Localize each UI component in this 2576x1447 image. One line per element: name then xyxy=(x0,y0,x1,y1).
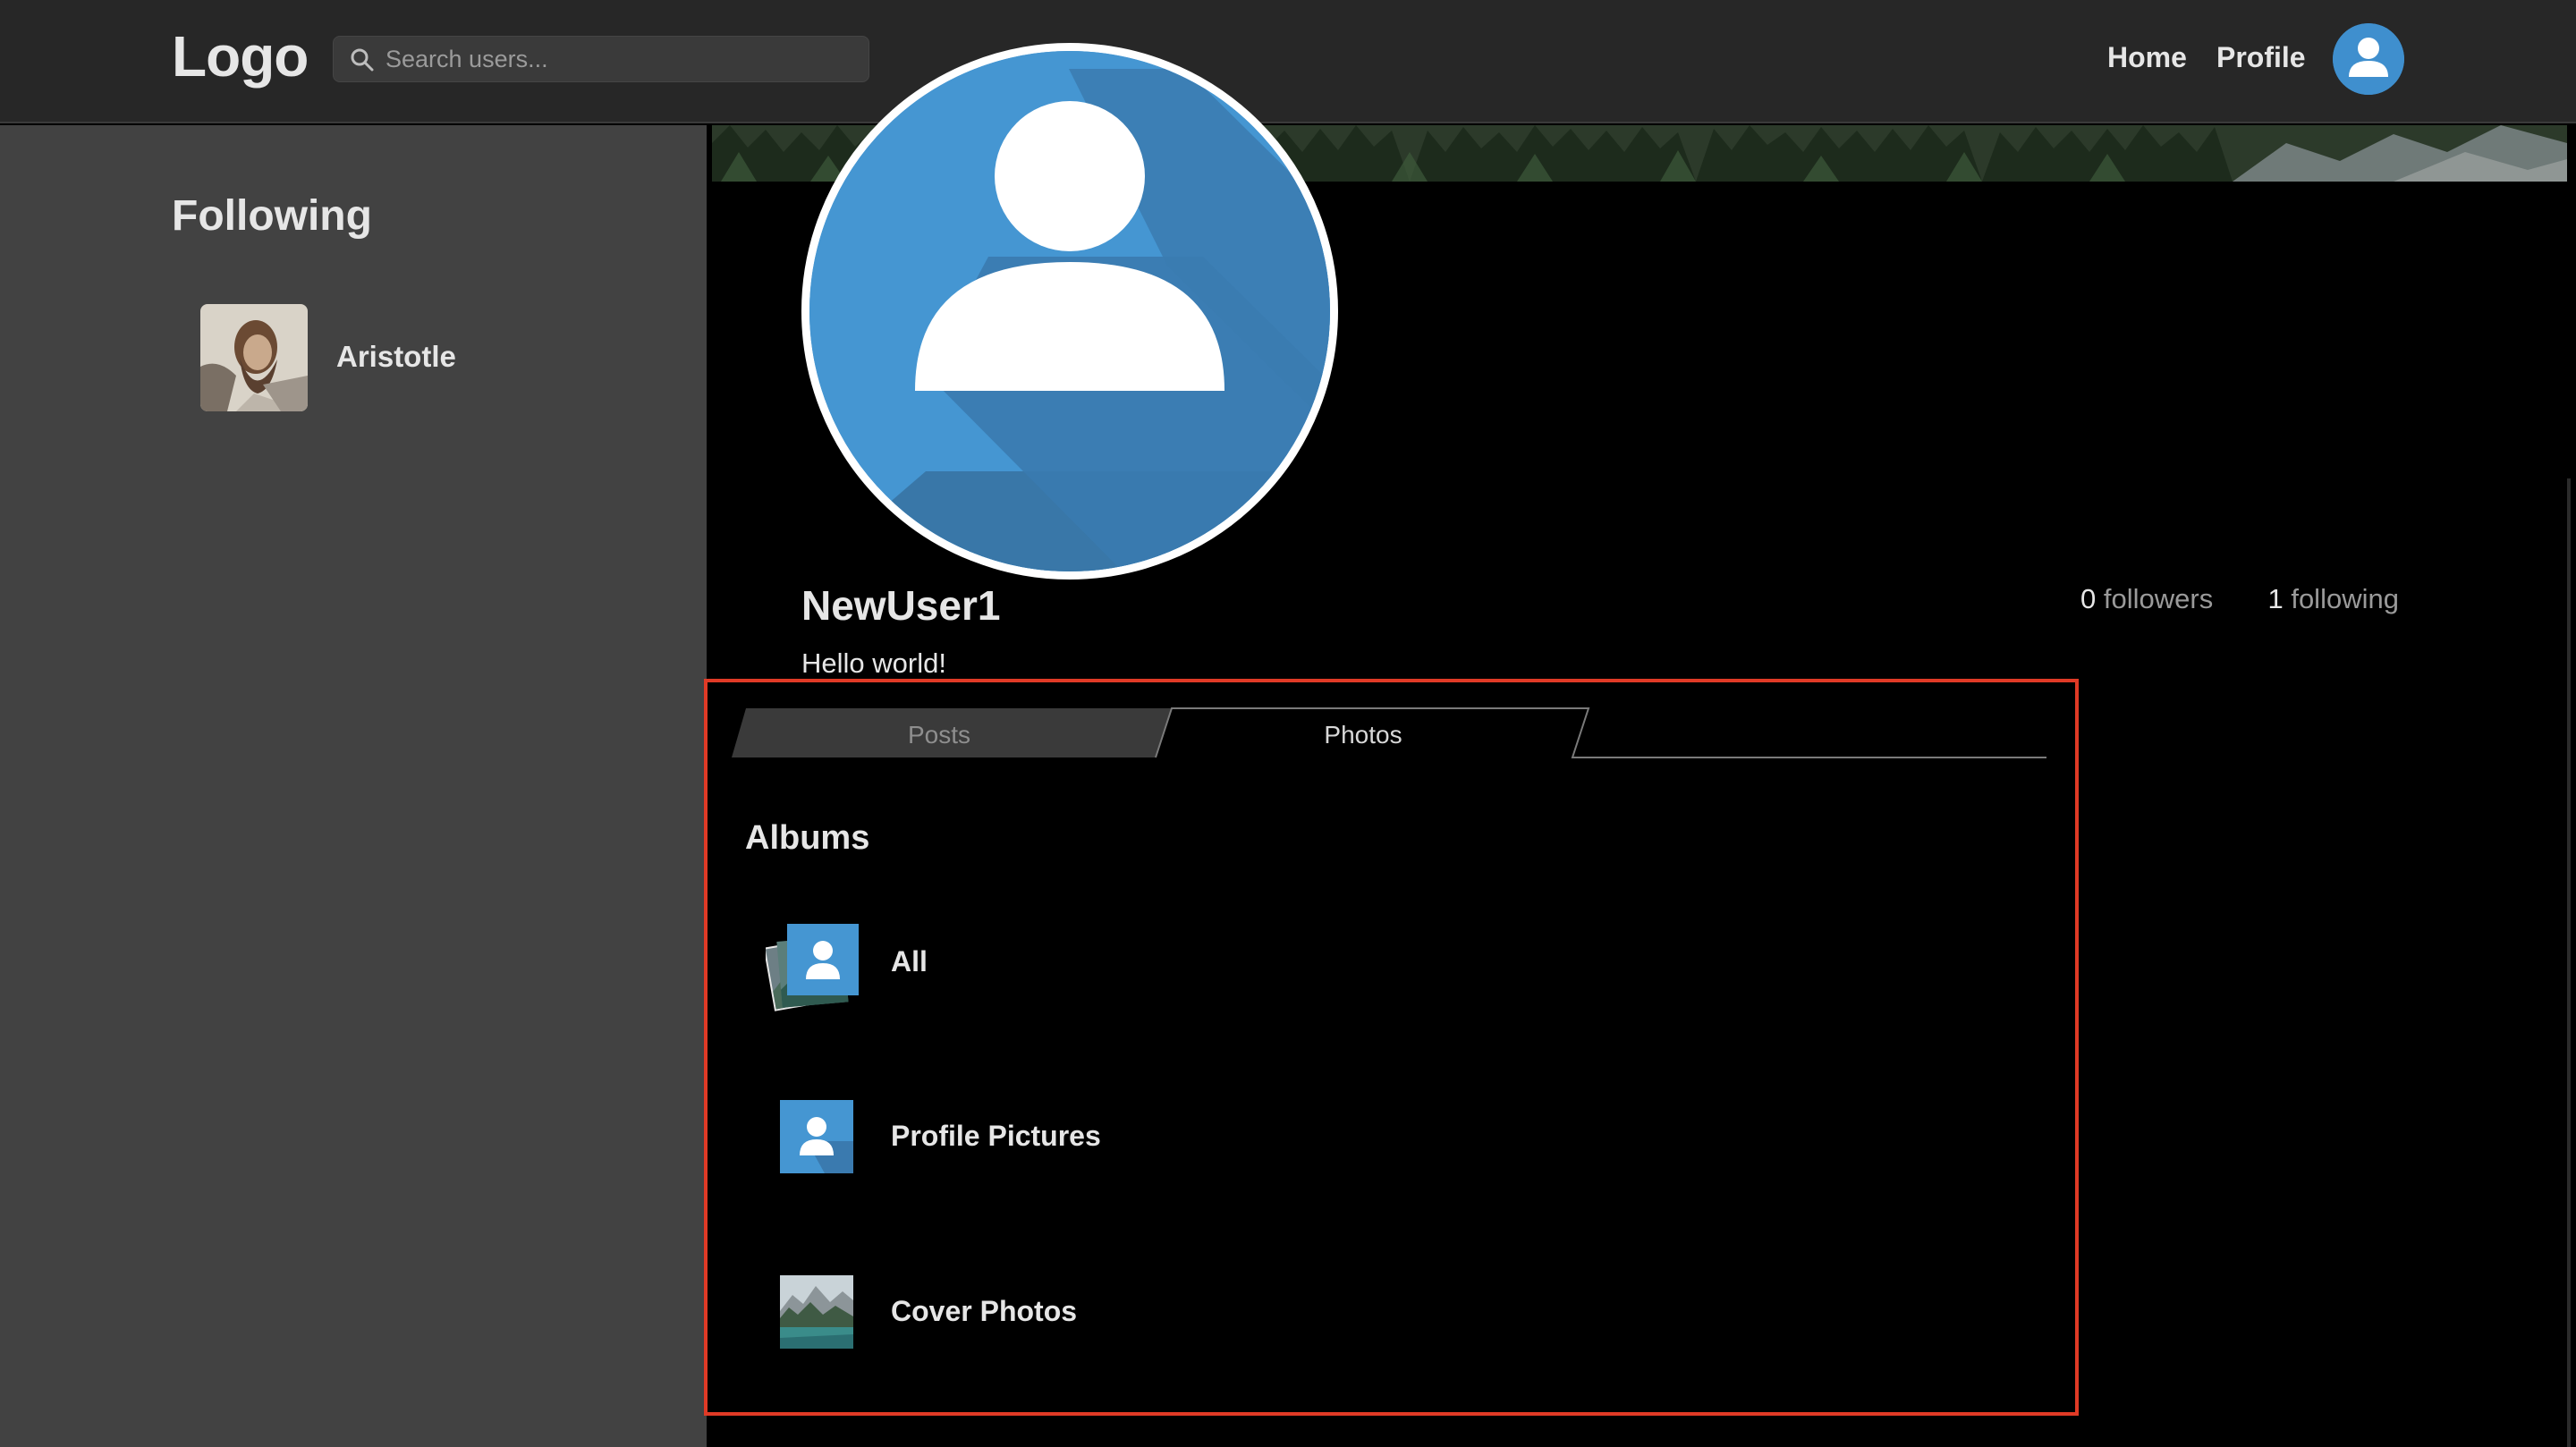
profile-stats: 0 followers 1 following xyxy=(2080,583,2399,615)
profile-main: NewUser1 Hello world! 0 followers 1 foll… xyxy=(707,43,2576,1447)
stacked-photos-icon xyxy=(766,924,859,1011)
nav-home-link[interactable]: Home xyxy=(2107,41,2187,74)
search-input[interactable] xyxy=(386,37,851,81)
profile-tabs: Posts Photos xyxy=(732,707,2046,758)
album-all-label: All xyxy=(891,945,928,977)
album-profile-pictures[interactable]: Profile Pictures xyxy=(762,1100,1388,1189)
scrollbar-track[interactable] xyxy=(2567,478,2571,1447)
user-avatar-icon xyxy=(780,1100,853,1173)
user-avatar-button[interactable] xyxy=(2333,23,2404,95)
album-cover-photos-label: Cover Photos xyxy=(891,1295,1078,1327)
album-profile-pictures-label: Profile Pictures xyxy=(891,1120,1101,1152)
following-label[interactable]: following xyxy=(2291,583,2399,614)
profile-username: NewUser1 xyxy=(801,582,1001,629)
following-heading: Following xyxy=(172,192,372,240)
logo[interactable]: Logo xyxy=(172,23,309,89)
following-sidebar: Following Aristotle xyxy=(0,125,707,1447)
tab-photos[interactable]: Photos xyxy=(1247,721,1479,749)
profile-avatar[interactable] xyxy=(801,43,1338,580)
search-bar[interactable] xyxy=(333,36,869,82)
user-avatar-icon xyxy=(809,51,1330,571)
user-avatar-icon xyxy=(2333,23,2404,95)
landscape-photo-icon xyxy=(780,1275,853,1349)
album-cover-photos[interactable]: Cover Photos xyxy=(762,1275,1388,1365)
profile-bio: Hello world! xyxy=(801,647,946,679)
followers-count[interactable]: 0 xyxy=(2080,583,2096,614)
following-item[interactable]: Aristotle xyxy=(200,304,648,411)
aristotle-avatar xyxy=(200,304,308,411)
album-all[interactable]: All xyxy=(762,924,1388,1015)
search-icon xyxy=(351,48,374,72)
nav-profile-link[interactable]: Profile xyxy=(2216,41,2306,74)
tab-posts[interactable]: Posts xyxy=(828,721,1050,749)
following-count[interactable]: 1 xyxy=(2267,583,2283,614)
following-item-name: Aristotle xyxy=(336,340,456,373)
top-navbar: Logo Home Profile xyxy=(0,0,2576,123)
followers-label[interactable]: followers xyxy=(2104,583,2213,614)
albums-heading: Albums xyxy=(745,819,870,857)
